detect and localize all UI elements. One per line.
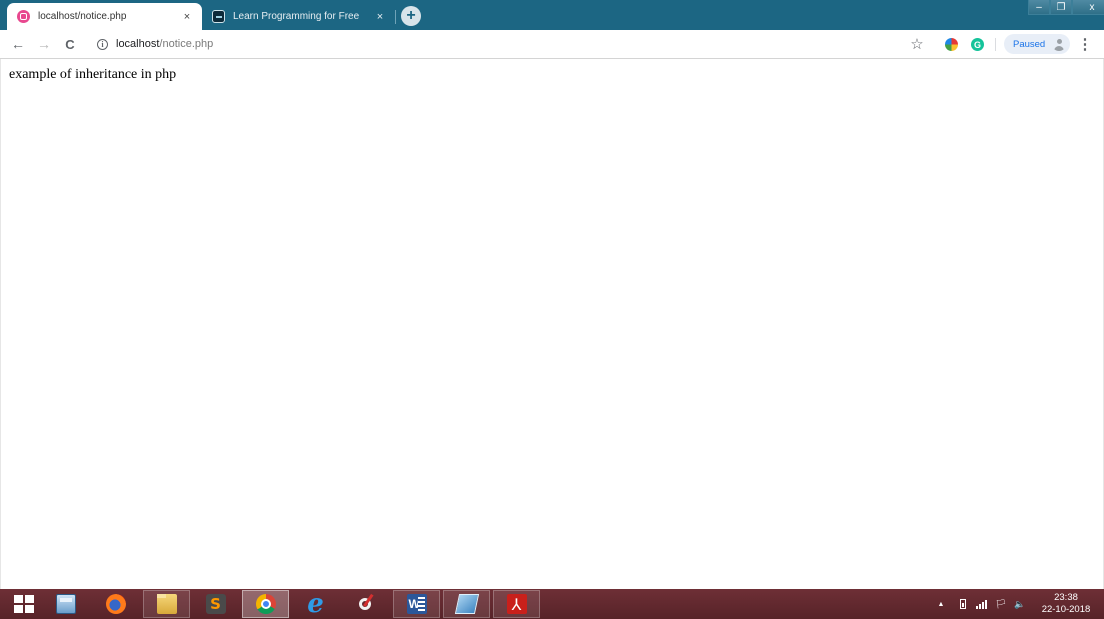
tab-title: Learn Programming for Free — [233, 11, 360, 22]
notepad-icon — [454, 594, 479, 614]
snipping-tool-icon — [357, 594, 377, 614]
battery-shape — [960, 599, 966, 609]
address-bar[interactable]: localhost/notice.php — [116, 38, 213, 50]
folder-icon — [156, 594, 177, 614]
page-body-text: example of inheritance in php — [9, 67, 177, 82]
network-signal-icon[interactable] — [973, 589, 989, 619]
start-button[interactable] — [0, 590, 47, 618]
close-icon[interactable]: × — [180, 11, 194, 23]
profile-status-label: Paused — [1013, 38, 1046, 50]
maximize-button[interactable]: ❐ — [1050, 0, 1072, 15]
bookmark-star-icon[interactable]: ☆ — [907, 34, 927, 54]
reload-icon[interactable]: C — [60, 34, 80, 54]
taskbar-sublime-text[interactable]: S — [192, 590, 239, 618]
taskbar-calculator[interactable] — [42, 590, 89, 618]
tab-title: localhost/notice.php — [38, 11, 127, 22]
profile-paused-button[interactable]: Paused — [1004, 34, 1070, 54]
tab-divider — [395, 10, 396, 24]
colorful-extension-icon[interactable] — [945, 38, 958, 51]
internet-explorer-icon: e — [307, 589, 324, 619]
windows-logo-icon — [13, 595, 34, 613]
taskbar-acrobat[interactable]: ⅄ — [493, 590, 540, 618]
taskbar-word[interactable]: W — [393, 590, 440, 618]
word-icon: W — [406, 594, 427, 614]
tab-learn-programming[interactable]: Learn Programming for Free × — [202, 3, 395, 30]
signal-bars — [975, 599, 987, 609]
show-hidden-icons-button[interactable]: ▲ — [934, 589, 948, 619]
taskbar-file-explorer[interactable] — [143, 590, 190, 618]
url-host: localhost — [116, 38, 160, 50]
taskbar-clock[interactable]: 23:38 22-10-2018 — [1036, 592, 1096, 616]
taskbar-notepad[interactable] — [443, 590, 490, 618]
toolbar-divider — [995, 38, 996, 51]
info-icon[interactable]: i — [97, 39, 108, 50]
acrobat-icon: ⅄ — [506, 594, 527, 614]
volume-icon[interactable]: 🔈 — [1012, 589, 1028, 619]
clock-date: 22-10-2018 — [1041, 604, 1091, 615]
close-window-button[interactable]: x — [1072, 0, 1104, 15]
tab-localhost-notice[interactable]: localhost/notice.php × — [7, 3, 202, 30]
grammarly-icon[interactable]: G — [971, 38, 984, 51]
window-controls: – ❐ x — [1028, 0, 1104, 16]
action-center-flag-icon[interactable]: 🏳 — [993, 589, 1009, 619]
learn-programming-icon — [212, 10, 225, 23]
avatar-icon — [1052, 37, 1066, 51]
forward-arrow-icon[interactable]: → — [34, 34, 54, 54]
page-content: example of inheritance in php — [0, 59, 1104, 589]
clock-time: 23:38 — [1054, 592, 1078, 603]
new-tab-button[interactable]: + — [401, 6, 421, 26]
firefox-icon — [105, 594, 126, 614]
taskbar-firefox[interactable] — [92, 590, 139, 618]
taskbar-internet-explorer[interactable]: e — [292, 590, 339, 618]
windows-taskbar: S e W ⅄ ▲ 🏳 🔈 23:38 22-10-2018 — [0, 589, 1104, 619]
chrome-icon — [255, 594, 276, 614]
minimize-button[interactable]: – — [1028, 0, 1050, 15]
close-icon[interactable]: × — [373, 11, 387, 23]
taskbar-chrome[interactable] — [242, 590, 289, 618]
calculator-icon — [55, 594, 76, 614]
sublime-text-icon: S — [205, 594, 226, 614]
browser-titlebar: localhost/notice.php × Learn Programming… — [0, 0, 1104, 30]
url-path: /notice.php — [159, 38, 214, 50]
taskbar-snipping-tool[interactable] — [343, 590, 390, 618]
xampp-icon — [17, 10, 30, 23]
menu-kebab-icon[interactable]: ⋮ — [1075, 34, 1095, 54]
browser-toolbar: ← → C i localhost/notice.php ☆ G Paused … — [0, 30, 1104, 59]
back-arrow-icon[interactable]: ← — [8, 34, 28, 54]
battery-icon[interactable] — [956, 589, 970, 619]
